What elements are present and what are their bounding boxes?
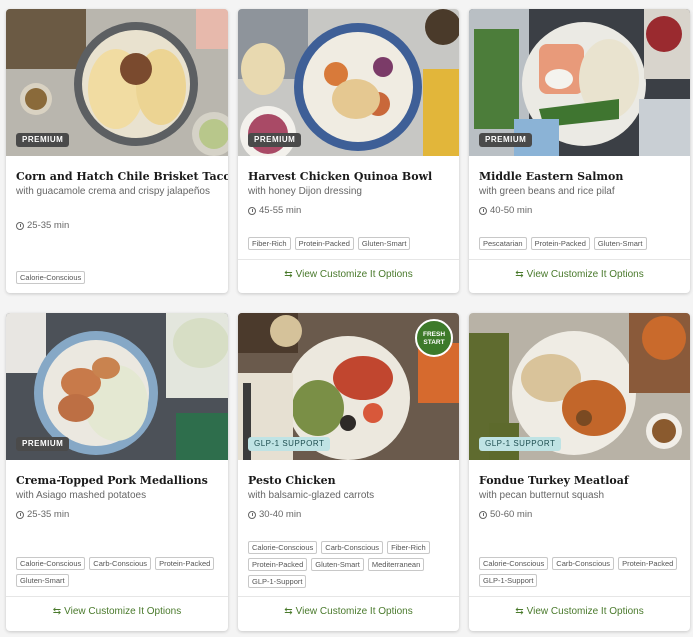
- customize-options-label: View Customize It Options: [295, 269, 413, 280]
- cook-time: 40-50 min: [479, 205, 532, 216]
- tag: Protein-Packed: [155, 557, 215, 570]
- cook-time: 45-55 min: [248, 205, 301, 216]
- card-divider: [6, 596, 228, 597]
- cook-time-text: 25-35 min: [27, 220, 70, 231]
- tag: Calorie-Conscious: [16, 271, 86, 284]
- premium-badge: PREMIUM: [479, 133, 533, 147]
- glp1-support-badge: GLP-1 SUPPORT: [479, 437, 562, 451]
- tag: Gluten-Smart: [16, 574, 69, 587]
- recipe-card-turkey-meatloaf[interactable]: GLP-1 SUPPORT Fondue Turkey Meatloaf wit…: [469, 313, 690, 631]
- customize-options-link[interactable]: ⇆ View Customize It Options: [238, 269, 459, 280]
- recipe-title[interactable]: Middle Eastern Salmon: [479, 170, 623, 183]
- tag: Fiber-Rich: [387, 541, 430, 554]
- swap-icon: ⇆: [515, 269, 524, 280]
- customize-options-link[interactable]: ⇆ View Customize It Options: [469, 269, 690, 280]
- premium-badge: PREMIUM: [248, 133, 302, 147]
- recipe-card-pesto-chicken[interactable]: FRESH START GLP-1 SUPPORT Pesto Chicken …: [238, 313, 459, 631]
- fresh-start-line2: START: [423, 339, 445, 346]
- cook-time-text: 50-60 min: [490, 509, 533, 520]
- recipe-title[interactable]: Pesto Chicken: [248, 474, 336, 487]
- card-divider: [238, 596, 459, 597]
- tag-list: Calorie-Conscious Carb-Conscious Fiber-R…: [248, 541, 458, 588]
- tag: Fiber-Rich: [248, 237, 291, 250]
- customize-options-link[interactable]: ⇆ View Customize It Options: [6, 606, 228, 617]
- recipe-subtitle: with green beans and rice pilaf: [479, 186, 615, 197]
- recipe-title[interactable]: Fondue Turkey Meatloaf: [479, 474, 629, 487]
- tag: Protein-Packed: [530, 237, 590, 250]
- fresh-start-sticker: FRESH START: [415, 319, 453, 357]
- cook-time-text: 25-35 min: [27, 509, 70, 520]
- recipe-title[interactable]: Crema-Topped Pork Medallions: [16, 474, 208, 487]
- customize-options-link[interactable]: ⇆ View Customize It Options: [238, 606, 459, 617]
- card-divider: [469, 596, 690, 597]
- tag: Calorie-Conscious: [248, 541, 318, 554]
- tag-list: Fiber-Rich Protein-Packed Gluten-Smart: [248, 237, 458, 250]
- card-divider: [238, 259, 459, 260]
- cook-time: 25-35 min: [16, 509, 69, 520]
- tag: Pescatarian: [479, 237, 527, 250]
- recipe-title[interactable]: Corn and Hatch Chile Brisket Tacos: [16, 170, 228, 183]
- tag: GLP-1-Support: [479, 574, 538, 587]
- clock-icon: [248, 510, 256, 519]
- glp1-support-badge: GLP-1 SUPPORT: [248, 437, 331, 451]
- recipe-card-harvest-chicken[interactable]: PREMIUM Harvest Chicken Quinoa Bowl with…: [238, 9, 459, 293]
- cook-time-text: 45-55 min: [259, 205, 302, 216]
- customize-options-label: View Customize It Options: [526, 269, 644, 280]
- premium-badge: PREMIUM: [16, 437, 70, 451]
- tag: Carb-Conscious: [552, 557, 615, 570]
- tag: Protein-Packed: [294, 237, 354, 250]
- tag-list: Pescatarian Protein-Packed Gluten-Smart: [479, 237, 689, 250]
- tag: Carb-Conscious: [89, 557, 152, 570]
- tag: Carb-Conscious: [321, 541, 384, 554]
- tag-list: Calorie-Conscious Carb-Conscious Protein…: [479, 557, 689, 587]
- swap-icon: ⇆: [52, 606, 62, 617]
- swap-icon: ⇆: [515, 606, 524, 617]
- recipe-subtitle: with pecan butternut squash: [479, 490, 605, 501]
- clock-icon: [479, 510, 487, 519]
- fresh-start-line1: FRESH: [422, 331, 446, 338]
- customize-options-link[interactable]: ⇆ View Customize It Options: [469, 606, 690, 617]
- customize-options-label: View Customize It Options: [526, 606, 644, 617]
- clock-icon: [16, 510, 24, 519]
- tag: Calorie-Conscious: [16, 557, 86, 570]
- recipe-title[interactable]: Harvest Chicken Quinoa Bowl: [248, 170, 432, 183]
- cook-time-text: 30-40 min: [259, 509, 302, 520]
- recipe-subtitle: with Asiago mashed potatoes: [16, 490, 147, 501]
- tag-list: Calorie-Conscious: [16, 271, 226, 284]
- tag: Gluten-Smart: [357, 237, 411, 250]
- tag: Protein-Packed: [618, 557, 678, 570]
- cook-time: 50-60 min: [479, 509, 532, 520]
- customize-options-label: View Customize It Options: [295, 606, 413, 617]
- clock-icon: [248, 206, 256, 215]
- tag: Gluten-Smart: [311, 558, 364, 571]
- tag: Mediterranean: [367, 558, 425, 571]
- cook-time-text: 40-50 min: [490, 205, 533, 216]
- tag: GLP-1-Support: [248, 575, 307, 588]
- recipe-subtitle: with honey Dijon dressing: [248, 186, 362, 197]
- card-divider: [469, 259, 690, 260]
- recipe-card-brisket-tacos[interactable]: PREMIUM Corn and Hatch Chile Brisket Tac…: [6, 9, 228, 293]
- tag-list: Calorie-Conscious Carb-Conscious Protein…: [16, 557, 226, 587]
- swap-icon: ⇆: [284, 269, 293, 280]
- recipe-card-pork-medallions[interactable]: PREMIUM Crema-Topped Pork Medallions wit…: [6, 313, 228, 631]
- recipe-subtitle: with guacamole crema and crispy jalapeño…: [16, 186, 210, 197]
- clock-icon: [479, 206, 487, 215]
- customize-options-label: View Customize It Options: [64, 606, 182, 617]
- premium-badge: PREMIUM: [16, 133, 70, 147]
- tag: Calorie-Conscious: [479, 557, 549, 570]
- clock-icon: [16, 221, 24, 230]
- cook-time: 30-40 min: [248, 509, 301, 520]
- cook-time: 25-35 min: [16, 220, 69, 231]
- recipe-subtitle: with balsamic-glazed carrots: [248, 490, 375, 501]
- tag: Gluten-Smart: [593, 237, 647, 250]
- tag: Protein-Packed: [248, 558, 308, 571]
- swap-icon: ⇆: [284, 606, 293, 617]
- recipe-card-middle-eastern-salmon[interactable]: PREMIUM Middle Eastern Salmon with green…: [469, 9, 690, 293]
